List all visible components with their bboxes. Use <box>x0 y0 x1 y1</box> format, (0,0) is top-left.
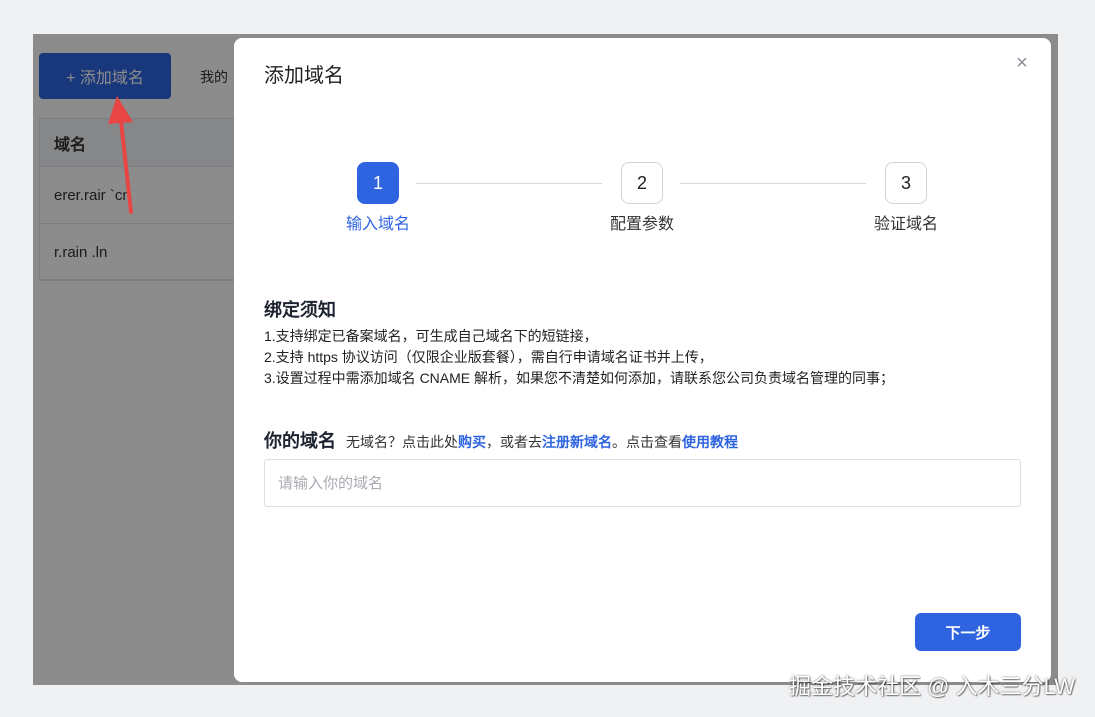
dialog-title: 添加域名 <box>264 65 344 87</box>
your-domain-label: 你的域名 <box>264 431 336 451</box>
tutorial-link[interactable]: 使用教程 <box>682 434 738 450</box>
stepper: 1 输入域名 2 配置参数 3 验证域名 <box>234 162 1051 242</box>
step-3-label: 验证域名 <box>873 216 938 233</box>
binding-notice-list: 1.支持绑定已备案域名，可生成自己域名下的短链接， 2.支持 https 协议访… <box>264 326 894 389</box>
register-domain-link[interactable]: 注册新域名 <box>542 434 612 450</box>
binding-notice-title: 绑定须知 <box>264 300 336 320</box>
next-step-button[interactable]: 下一步 <box>915 613 1021 651</box>
hint-text: ，或者去 <box>486 434 542 450</box>
notice-item: 2.支持 https 协议访问（仅限企业版套餐），需自行申请域名证书并上传， <box>264 349 713 365</box>
step-1-indicator: 1 <box>357 162 399 204</box>
step-2-indicator: 2 <box>621 162 663 204</box>
add-domain-dialog: 添加域名 × 1 输入域名 2 配置参数 3 验证域名 绑定须知 1.支持绑定已… <box>234 38 1051 682</box>
domain-input[interactable] <box>264 459 1021 507</box>
step-2-label: 配置参数 <box>609 216 674 233</box>
buy-link[interactable]: 购买 <box>458 434 486 450</box>
domain-hint: 无域名？点击此处购买，或者去注册新域名。点击查看使用教程 <box>346 432 738 452</box>
hint-text: 。点击查看 <box>612 434 682 450</box>
step-3-indicator: 3 <box>885 162 927 204</box>
close-icon[interactable]: × <box>1011 52 1033 74</box>
watermark: 掘金技术社区 @ 入木三分LW <box>789 674 1075 699</box>
notice-item: 1.支持绑定已备案域名，可生成自己域名下的短链接， <box>264 328 598 344</box>
step-1-label: 输入域名 <box>345 216 410 233</box>
step-connector <box>680 183 866 184</box>
hint-text: 无域名？点击此处 <box>346 434 458 450</box>
step-connector <box>416 183 602 184</box>
notice-item: 3.设置过程中需添加域名 CNAME 解析，如果您不清楚如何添加，请联系您公司负… <box>264 370 895 386</box>
your-domain-row: 你的域名 无域名？点击此处购买，或者去注册新域名。点击查看使用教程 <box>264 427 738 453</box>
